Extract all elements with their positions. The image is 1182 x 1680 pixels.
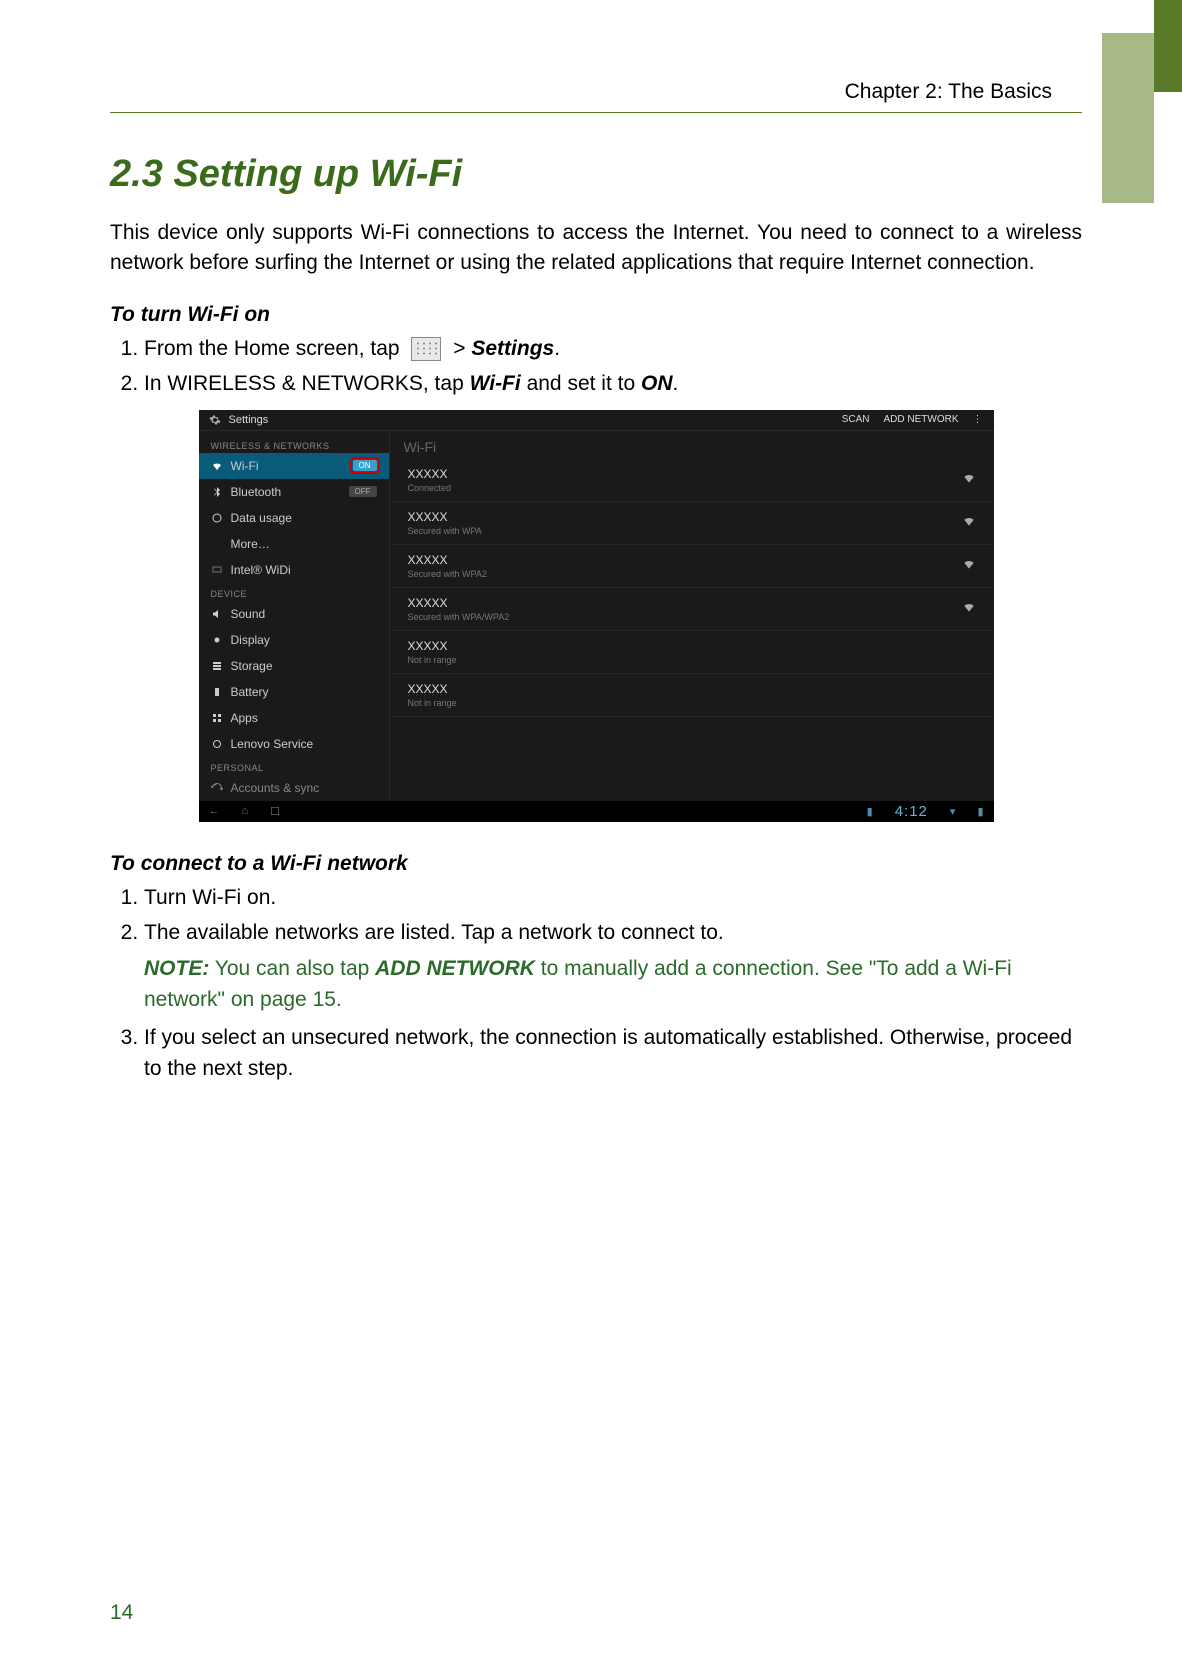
status-clock: 4:12 <box>895 803 928 820</box>
home-icon[interactable]: ⌂ <box>242 805 249 817</box>
sidebar-item-lenovo[interactable]: Lenovo Service <box>199 731 389 757</box>
battery-icon <box>211 686 223 698</box>
network-name: XXXXX <box>408 682 457 696</box>
screenshot-title: Settings <box>229 414 269 426</box>
subheading-turn-on: To turn Wi-Fi on <box>110 303 1082 327</box>
wifi-signal-icon <box>962 471 976 488</box>
recent-icon[interactable]: ☐ <box>270 805 280 818</box>
section-title: 2.3 Setting up Wi-Fi <box>110 153 1082 196</box>
network-row[interactable]: XXXXX Secured with WPA2 <box>390 545 994 588</box>
page-number: 14 <box>110 1601 133 1625</box>
storage-icon <box>211 660 223 672</box>
network-name: XXXXX <box>408 596 510 610</box>
gear-icon <box>209 414 221 426</box>
wifi-signal-icon <box>962 600 976 617</box>
network-row[interactable]: XXXXX Not in range <box>390 674 994 717</box>
sidebar-item-more[interactable]: More… <box>199 531 389 557</box>
network-status: Connected <box>408 483 452 493</box>
network-status: Secured with WPA <box>408 526 482 536</box>
category-device: DEVICE <box>199 583 389 601</box>
sync-icon <box>211 782 223 794</box>
back-icon[interactable]: ← <box>209 805 220 817</box>
sidebar-item-wifi[interactable]: Wi-Fi ON <box>199 453 389 479</box>
note-block: NOTE: You can also tap ADD NETWORK to ma… <box>144 953 1082 1016</box>
connect-step-3: If you select an unsecured network, the … <box>144 1022 1082 1085</box>
widi-icon <box>211 564 223 576</box>
network-name: XXXXX <box>408 553 487 567</box>
sidebar-item-apps[interactable]: Apps <box>199 705 389 731</box>
apps-grid-icon <box>411 337 441 361</box>
step-2: In WIRELESS & NETWORKS, tap Wi-Fi and se… <box>144 368 1082 400</box>
sidebar-item-battery[interactable]: Battery <box>199 679 389 705</box>
wifi-panel: Wi-Fi XXXXX Connected XXXXX Secured with WP… <box>390 431 994 801</box>
sidebar-item-bluetooth[interactable]: Bluetooth OFF <box>199 479 389 505</box>
sidebar-item-widi[interactable]: Intel® WiDi <box>199 557 389 583</box>
network-name: XXXXX <box>408 467 452 481</box>
header-rule <box>110 112 1082 113</box>
connect-step-1: Turn Wi-Fi on. <box>144 882 1082 914</box>
sidebar-item-display[interactable]: Display <box>199 627 389 653</box>
category-personal: PERSONAL <box>199 757 389 775</box>
sidebar-item-storage[interactable]: Storage <box>199 653 389 679</box>
service-icon <box>211 738 223 750</box>
display-icon <box>211 634 223 646</box>
wifi-status-icon: ▾ <box>950 805 956 818</box>
steps-connect: Turn Wi-Fi on. The available networks ar… <box>110 882 1082 1085</box>
sidebar-item-accounts[interactable]: Accounts & sync <box>199 775 389 801</box>
wifi-signal-icon <box>962 557 976 574</box>
margin-accent-light <box>1102 33 1154 203</box>
sound-icon <box>211 608 223 620</box>
wifi-toggle-on[interactable]: ON <box>353 460 377 471</box>
steps-turn-on: From the Home screen, tap > Settings. In… <box>110 333 1082 400</box>
scan-button[interactable]: SCAN <box>842 414 870 425</box>
network-status: Secured with WPA/WPA2 <box>408 612 510 622</box>
overflow-menu-icon[interactable]: ⋮ <box>973 414 984 425</box>
network-status: Secured with WPA2 <box>408 569 487 579</box>
bluetooth-toggle-off[interactable]: OFF <box>349 486 377 497</box>
bluetooth-icon <box>211 486 223 498</box>
data-usage-icon <box>211 512 223 524</box>
network-row[interactable]: XXXXX Secured with WPA/WPA2 <box>390 588 994 631</box>
panel-title: Wi-Fi <box>390 435 994 459</box>
settings-screenshot: Settings SCAN ADD NETWORK ⋮ WIRELESS & N… <box>199 410 994 822</box>
wifi-signal-icon <box>962 514 976 531</box>
sidebar-item-sound[interactable]: Sound <box>199 601 389 627</box>
system-navbar: ← ⌂ ☐ ▮ 4:12 ▾ ▮ <box>199 801 994 822</box>
network-row[interactable]: XXXXX Secured with WPA <box>390 502 994 545</box>
network-status: Not in range <box>408 655 457 665</box>
screenshot-titlebar: Settings SCAN ADD NETWORK ⋮ <box>199 410 994 431</box>
battery-status-icon: ▮ <box>977 805 983 818</box>
sidebar-item-data-usage[interactable]: Data usage <box>199 505 389 531</box>
network-name: XXXXX <box>408 510 482 524</box>
connect-step-2: The available networks are listed. Tap a… <box>144 917 1082 1016</box>
network-name: XXXXX <box>408 639 457 653</box>
network-status: Not in range <box>408 698 457 708</box>
network-row[interactable]: XXXXX Not in range <box>390 631 994 674</box>
network-row[interactable]: XXXXX Connected <box>390 459 994 502</box>
intro-paragraph: This device only supports Wi-Fi connecti… <box>110 218 1082 279</box>
category-wireless: WIRELESS & NETWORKS <box>199 435 389 453</box>
status-indicator-icon: ▮ <box>867 805 873 818</box>
chapter-header: Chapter 2: The Basics <box>110 80 1082 104</box>
wifi-icon <box>211 460 223 472</box>
step-1: From the Home screen, tap > Settings. <box>144 333 1082 365</box>
apps-icon <box>211 712 223 724</box>
settings-sidebar: WIRELESS & NETWORKS Wi-Fi ON Bluetooth O… <box>199 431 390 801</box>
add-network-button[interactable]: ADD NETWORK <box>884 414 959 425</box>
subheading-connect: To connect to a Wi-Fi network <box>110 852 1082 876</box>
margin-accent-dark <box>1154 0 1182 92</box>
